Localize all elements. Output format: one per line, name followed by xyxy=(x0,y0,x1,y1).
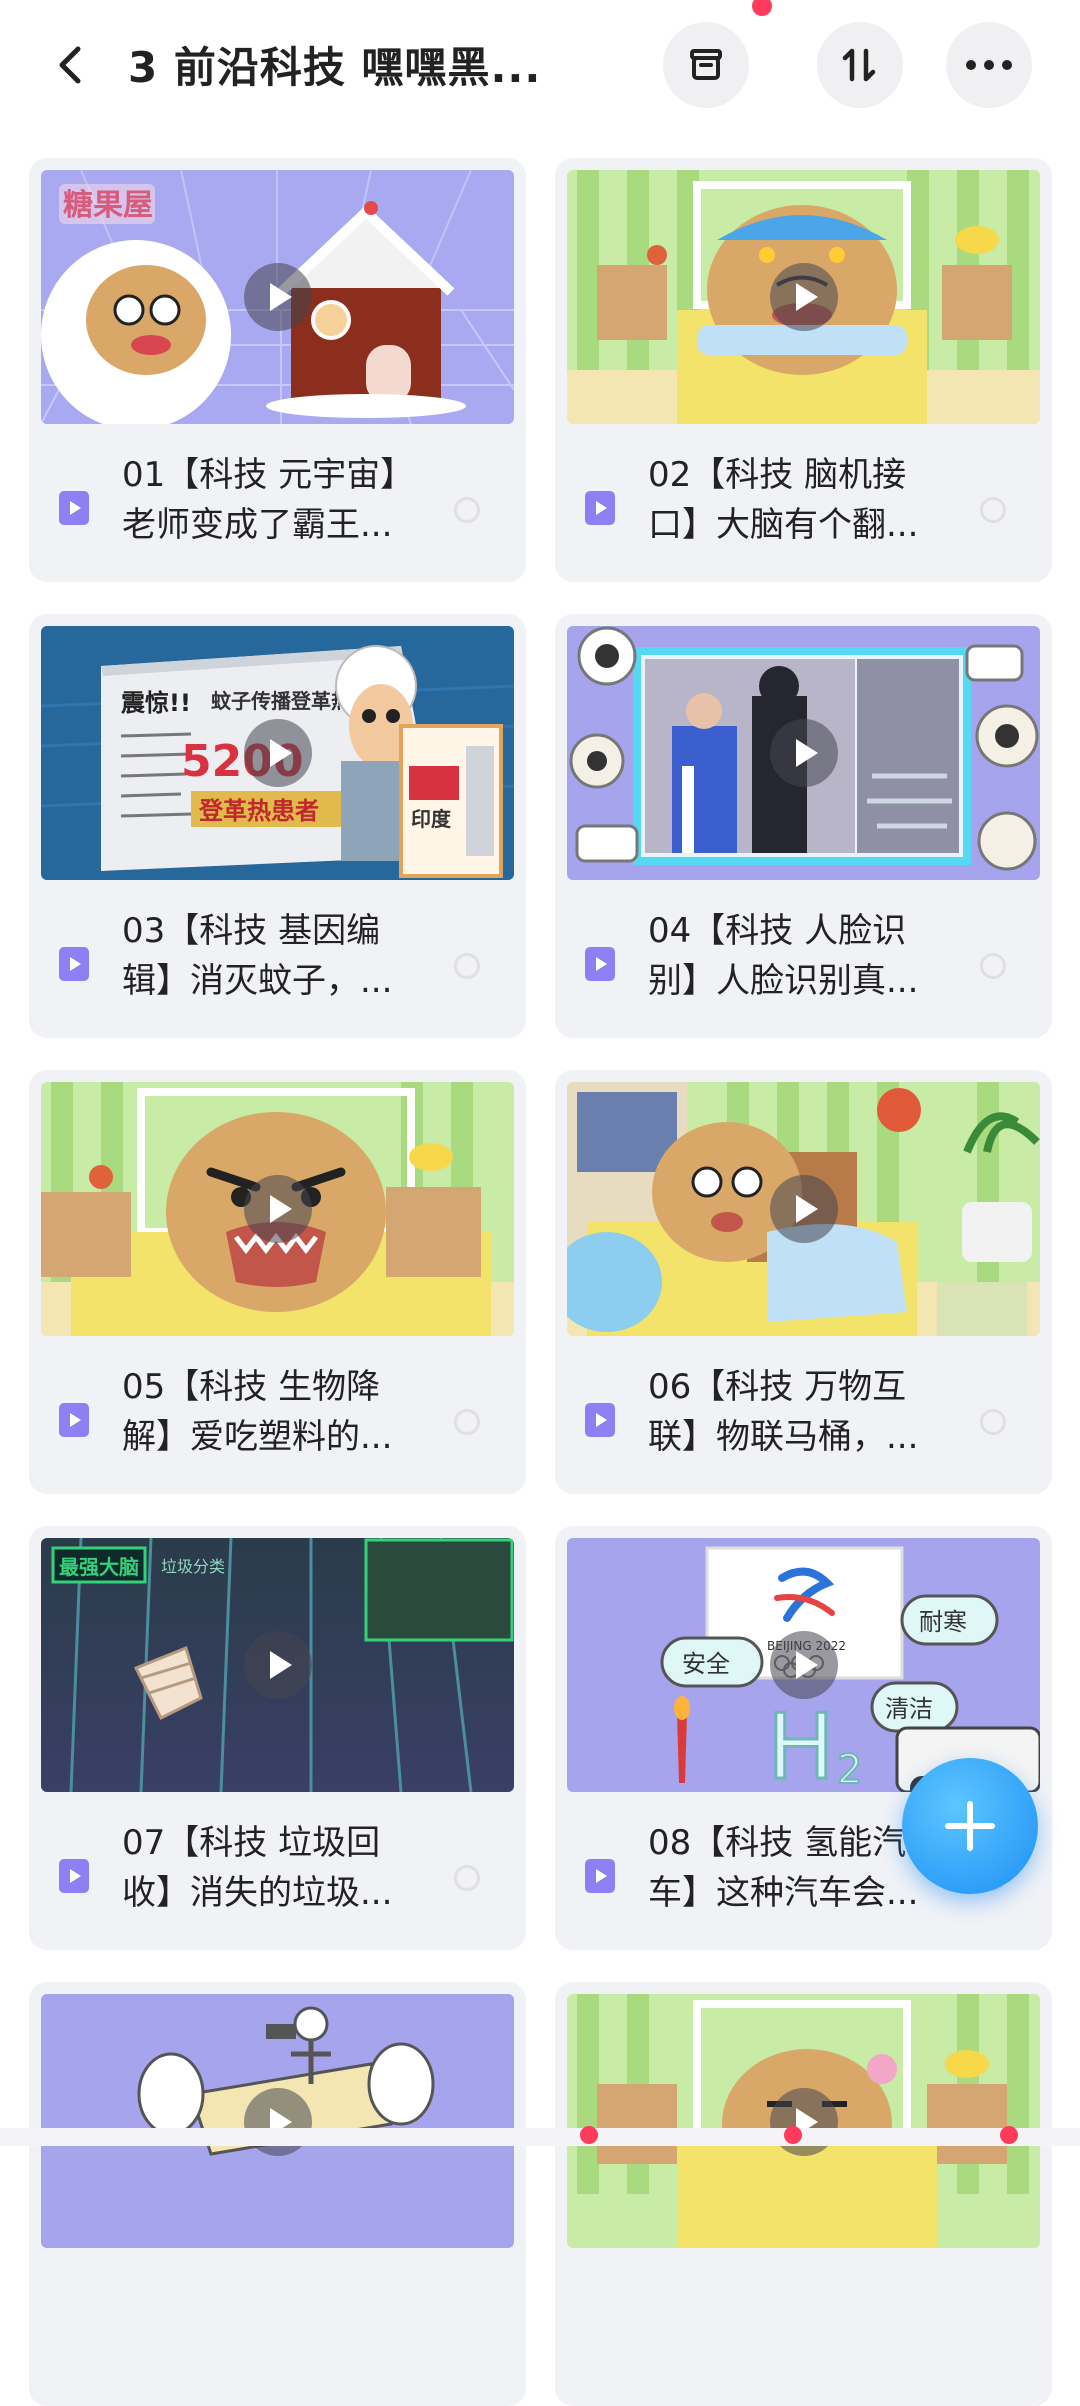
video-thumbnail xyxy=(41,1994,514,2248)
bubble-clean: 清洁 xyxy=(885,1695,933,1723)
thumbnail-logo-text: 糖果屋 xyxy=(63,188,153,223)
chevron-left-icon xyxy=(59,46,81,84)
card-title: 01【科技 元宇宙】 老师变成了霸王... xyxy=(122,455,415,545)
back-button[interactable] xyxy=(44,38,98,92)
top-bar: 3 前沿科技 嘿嘿黑... xyxy=(0,0,1080,130)
select-radio[interactable] xyxy=(980,1409,1006,1435)
bottom-indicator-dot xyxy=(784,2126,802,2144)
thumbnail-subtag: 垃圾分类 xyxy=(161,1557,225,1576)
thumbnail-tag: 最强大脑 xyxy=(59,1555,139,1579)
bottom-edge xyxy=(0,2128,1080,2146)
bubble-safety: 安全 xyxy=(682,1650,730,1678)
video-thumbnail: 糖果屋 xyxy=(41,170,514,424)
video-card[interactable]: 糖果屋 01【科技 元宇宙】 老师变成了霸王... xyxy=(29,158,526,582)
card-title: 05【科技 生物降 解】爱吃塑料的... xyxy=(122,1367,393,1457)
play-icon[interactable] xyxy=(243,719,312,787)
video-thumbnail: BEIJING 2022 安全 耐寒 清洁 H 2 xyxy=(567,1538,1040,1792)
card-title: 04【科技 人脸识 别】人脸识别真... xyxy=(648,911,919,1001)
sort-icon xyxy=(842,48,876,82)
video-card[interactable]: 06【科技 万物互 联】物联马桶，... xyxy=(555,1070,1052,1494)
video-card[interactable]: 04【科技 人脸识 别】人脸识别真... xyxy=(555,614,1052,1038)
video-file-icon xyxy=(585,947,615,981)
play-icon[interactable] xyxy=(243,1175,312,1243)
plus-icon xyxy=(945,1801,995,1851)
video-file-icon xyxy=(59,1403,89,1437)
select-radio[interactable] xyxy=(454,1865,480,1891)
select-radio[interactable] xyxy=(454,1409,480,1435)
video-file-icon xyxy=(59,1859,89,1893)
card-title: 03【科技 基因编 辑】消灭蚊子，... xyxy=(122,911,393,1001)
play-icon[interactable] xyxy=(769,263,838,331)
card-title: 07【科技 垃圾回 收】消失的垃圾... xyxy=(122,1823,393,1913)
play-icon[interactable] xyxy=(769,719,838,787)
video-thumbnail xyxy=(567,170,1040,424)
video-card[interactable]: 最强大脑 垃圾分类 07【科技 垃圾回 收】消失的垃圾... xyxy=(29,1526,526,1950)
video-card[interactable] xyxy=(555,1982,1052,2406)
bottom-indicator-dot xyxy=(580,2126,598,2144)
archive-icon xyxy=(690,49,722,80)
bottom-indicator-dot xyxy=(1000,2126,1018,2144)
bubble-cold: 耐寒 xyxy=(919,1608,967,1636)
video-thumbnail: 震惊!! 蚊子传播登革热! 5200 登革热患者 印度 xyxy=(41,626,514,880)
archive-button[interactable] xyxy=(663,22,749,108)
thumbnail-sign: 印度 xyxy=(411,807,452,831)
video-file-icon xyxy=(59,491,89,525)
select-radio[interactable] xyxy=(980,953,1006,979)
card-title: 02【科技 脑机接 口】大脑有个翻... xyxy=(648,455,919,545)
video-card[interactable] xyxy=(29,1982,526,2406)
video-file-icon xyxy=(585,1859,615,1893)
video-thumbnail: 最强大脑 垃圾分类 xyxy=(41,1538,514,1792)
video-card[interactable]: 震惊!! 蚊子传播登革热! 5200 登革热患者 印度 03【科技 基因编 辑】… xyxy=(29,614,526,1038)
video-thumbnail xyxy=(567,626,1040,880)
video-file-icon xyxy=(59,947,89,981)
video-card[interactable]: 02【科技 脑机接 口】大脑有个翻... xyxy=(555,158,1052,582)
play-icon[interactable] xyxy=(769,1631,838,1699)
more-icon xyxy=(966,60,1012,70)
h2-symbol: H xyxy=(767,1695,835,1792)
video-file-icon xyxy=(585,491,615,525)
select-radio[interactable] xyxy=(980,497,1006,523)
video-thumbnail xyxy=(41,1082,514,1336)
add-button[interactable] xyxy=(902,1758,1038,1894)
card-title: 06【科技 万物互 联】物联马桶，... xyxy=(648,1367,919,1457)
play-icon[interactable] xyxy=(243,263,312,331)
play-icon[interactable] xyxy=(769,1175,838,1243)
thumbnail-banner: 登革热患者 xyxy=(198,797,319,825)
video-file-icon xyxy=(585,1403,615,1437)
video-thumbnail xyxy=(567,1994,1040,2248)
sort-button[interactable] xyxy=(817,22,903,108)
thumbnail-headline: 震惊!! xyxy=(121,689,191,717)
video-card[interactable]: 05【科技 生物降 解】爱吃塑料的... xyxy=(29,1070,526,1494)
select-radio[interactable] xyxy=(454,497,480,523)
play-icon[interactable] xyxy=(243,1631,312,1699)
video-thumbnail xyxy=(567,1082,1040,1336)
more-button[interactable] xyxy=(946,22,1032,108)
select-radio[interactable] xyxy=(454,953,480,979)
page-title: 3 前沿科技 嘿嘿黑... xyxy=(128,43,542,92)
h2-subscript: 2 xyxy=(837,1747,862,1792)
